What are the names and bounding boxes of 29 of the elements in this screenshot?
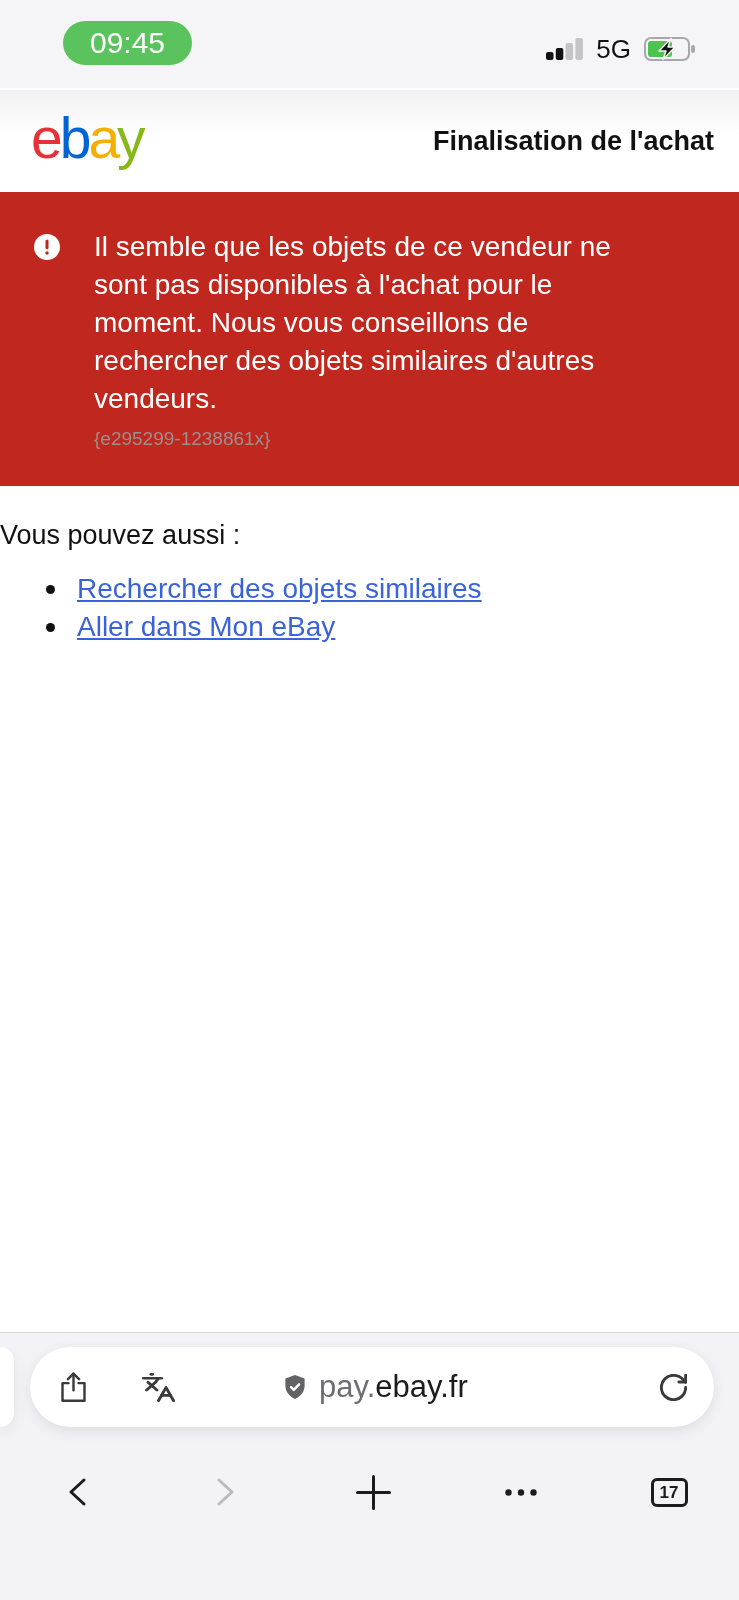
share-icon (60, 1372, 87, 1402)
network-label: 5G (596, 33, 631, 65)
address-bar[interactable]: pay.ebay.fr (30, 1347, 714, 1427)
translate-button[interactable] (142, 1372, 175, 1402)
tab-count-button[interactable]: 17 (650, 1477, 688, 1507)
text-link[interactable]: Rechercher des objets similaires (77, 573, 482, 605)
plus-icon (355, 1474, 391, 1510)
page-title: Finalisation de l'achat (433, 125, 714, 157)
reload-button[interactable] (660, 1373, 687, 1401)
error-message: Il semble que les objets de ce vendeur ne sont pas disponibles à l'achat pour le moment. Nous vous conseillons de rechercher des objets similaires d'autres vendeurs. (94, 230, 612, 416)
reload-icon (660, 1373, 687, 1401)
share-button[interactable] (60, 1372, 87, 1402)
options-intro: Vous pouvez aussi : (0, 519, 241, 552)
more-icon (505, 1488, 537, 1496)
status-time: 09:45 (63, 21, 192, 65)
bullet-icon (46, 584, 55, 594)
alert-icon (34, 234, 60, 260)
chevron-left-icon (68, 1478, 86, 1506)
translate-icon (142, 1372, 175, 1402)
more-button[interactable] (505, 1488, 537, 1496)
back-button[interactable] (68, 1478, 86, 1506)
text-link[interactable]: Aller dans Mon eBay (77, 611, 336, 643)
error-code: {e295299-1238861x} (94, 428, 271, 450)
new-tab-button[interactable] (355, 1474, 391, 1510)
url-text[interactable]: pay.ebay.fr (319, 1369, 468, 1405)
shield-check-icon (284, 1375, 306, 1399)
chevron-right-icon (216, 1478, 234, 1506)
signal-icon (546, 38, 584, 60)
bullet-icon (46, 622, 55, 632)
